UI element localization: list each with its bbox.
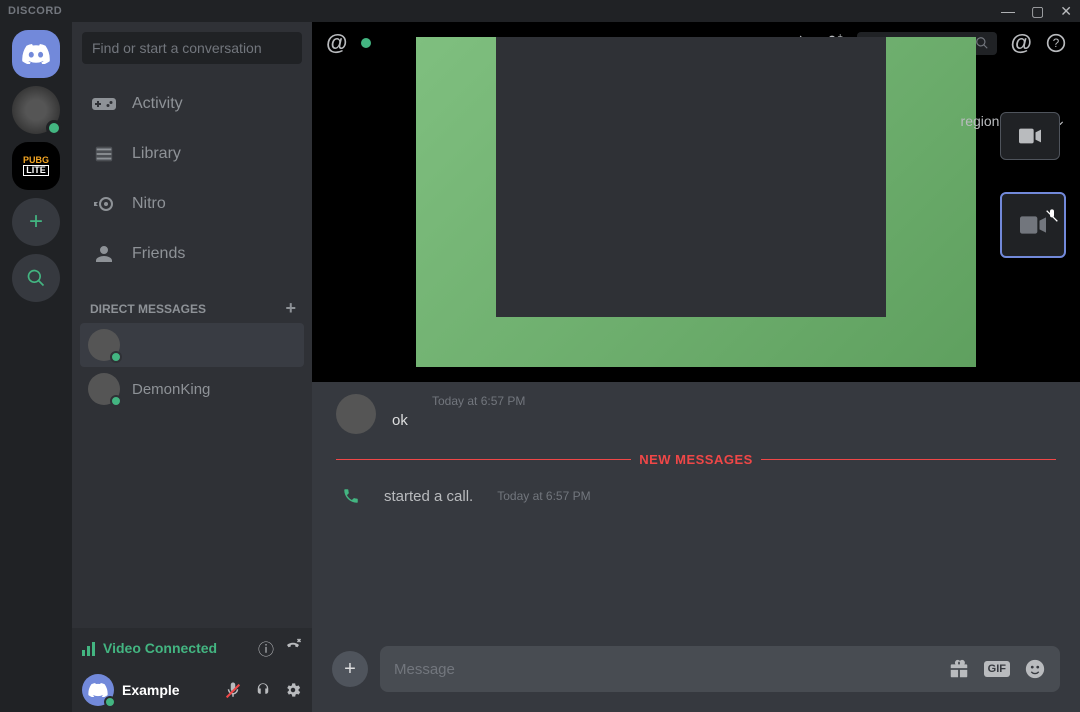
message-text: ok	[392, 412, 1056, 429]
online-status-icon	[104, 696, 116, 708]
window-controls: — ▢ ✕	[1001, 3, 1072, 20]
mic-muted-icon	[1044, 208, 1060, 224]
camera-icon	[1019, 128, 1041, 144]
nav-nitro[interactable]: Nitro	[80, 182, 304, 226]
nav-library[interactable]: Library	[80, 132, 304, 176]
user-settings-button[interactable]	[284, 681, 302, 699]
help-button[interactable]: ?	[1046, 33, 1066, 53]
discord-logo-icon	[88, 683, 108, 697]
new-messages-divider: NEW MESSAGES	[336, 452, 1056, 467]
gamepad-icon	[92, 92, 116, 116]
main-area: @ + Search @ ?	[312, 22, 1080, 712]
dm-header-label: DIRECT MESSAGES	[90, 302, 206, 316]
home-button[interactable]	[12, 30, 60, 78]
add-server-button[interactable]: +	[12, 198, 60, 246]
svg-text:?: ?	[1053, 37, 1060, 50]
minimize-button[interactable]: —	[1001, 3, 1015, 20]
emoji-button[interactable]	[1024, 658, 1046, 680]
online-status-icon	[46, 120, 62, 136]
voice-status-label: Video Connected	[103, 640, 217, 656]
message: Today at 6:57 PM ok	[336, 394, 1056, 434]
dm-item-0[interactable]	[80, 323, 304, 367]
mute-mic-button[interactable]	[224, 681, 242, 699]
nav-activity[interactable]: Activity	[80, 82, 304, 126]
discord-logo-icon	[22, 44, 50, 64]
signal-icon	[82, 640, 95, 656]
video-call-area: @ + Search @ ?	[312, 22, 1080, 382]
call-timestamp: Today at 6:57 PM	[497, 489, 590, 503]
explore-servers-button[interactable]	[12, 254, 60, 302]
dm-name: DemonKing	[132, 381, 210, 398]
call-started-row: started a call. Today at 6:57 PM	[336, 481, 1056, 521]
friends-icon	[92, 242, 116, 266]
at-icon: @	[326, 30, 347, 56]
voice-status-panel: Video Connected ⓘ	[72, 628, 312, 668]
app-title: DISCORD	[8, 5, 62, 17]
info-icon[interactable]: ⓘ	[258, 636, 274, 660]
conversation-search[interactable]: Find or start a conversation	[82, 32, 302, 64]
camera-icon	[1020, 216, 1046, 234]
dm-item-1[interactable]: DemonKing	[80, 367, 304, 411]
user-panel: Example	[72, 668, 312, 712]
channels-panel: Find or start a conversation Activity Li…	[72, 22, 312, 712]
message-input[interactable]	[394, 661, 948, 678]
call-text: started a call.	[384, 488, 473, 505]
self-video-tile[interactable]	[1000, 192, 1066, 258]
participant-tile[interactable]	[1000, 112, 1060, 160]
nitro-icon	[92, 192, 116, 216]
online-status-icon	[361, 38, 371, 48]
nav-friends[interactable]: Friends	[80, 232, 304, 276]
server-pubg[interactable]: PUBG LITE	[12, 142, 60, 190]
message-list[interactable]: Today at 6:57 PM ok NEW MESSAGES started…	[312, 382, 1080, 646]
nav-friends-label: Friends	[132, 245, 185, 263]
avatar[interactable]	[336, 394, 376, 434]
gif-button[interactable]: GIF	[984, 661, 1010, 677]
create-dm-button[interactable]: +	[285, 298, 296, 319]
nav-nitro-label: Nitro	[132, 195, 166, 213]
message-timestamp: Today at 6:57 PM	[432, 394, 1056, 408]
avatar	[88, 373, 120, 405]
nav-library-label: Library	[132, 145, 181, 163]
library-icon	[92, 142, 116, 166]
titlebar: DISCORD — ▢ ✕	[0, 0, 1080, 22]
online-status-icon	[110, 351, 122, 363]
close-button[interactable]: ✕	[1060, 3, 1072, 20]
deafen-button[interactable]	[254, 681, 272, 699]
server-list: PUBG LITE +	[0, 22, 72, 712]
search-icon	[26, 268, 46, 288]
server-avatar-1[interactable]	[12, 86, 60, 134]
user-name-label: Example	[122, 682, 180, 698]
online-status-icon	[110, 395, 122, 407]
phone-icon	[342, 487, 360, 505]
search-icon	[975, 36, 989, 50]
gift-button[interactable]	[948, 658, 970, 680]
maximize-button[interactable]: ▢	[1031, 3, 1044, 20]
avatar	[88, 329, 120, 361]
screenshare-view[interactable]	[416, 37, 976, 367]
disconnect-call-button[interactable]	[284, 636, 302, 660]
mentions-button[interactable]: @	[1011, 30, 1032, 56]
message-composer: + GIF	[332, 646, 1060, 692]
nav-activity-label: Activity	[132, 95, 183, 113]
attach-button[interactable]: +	[332, 651, 368, 687]
user-avatar[interactable]	[82, 674, 114, 706]
